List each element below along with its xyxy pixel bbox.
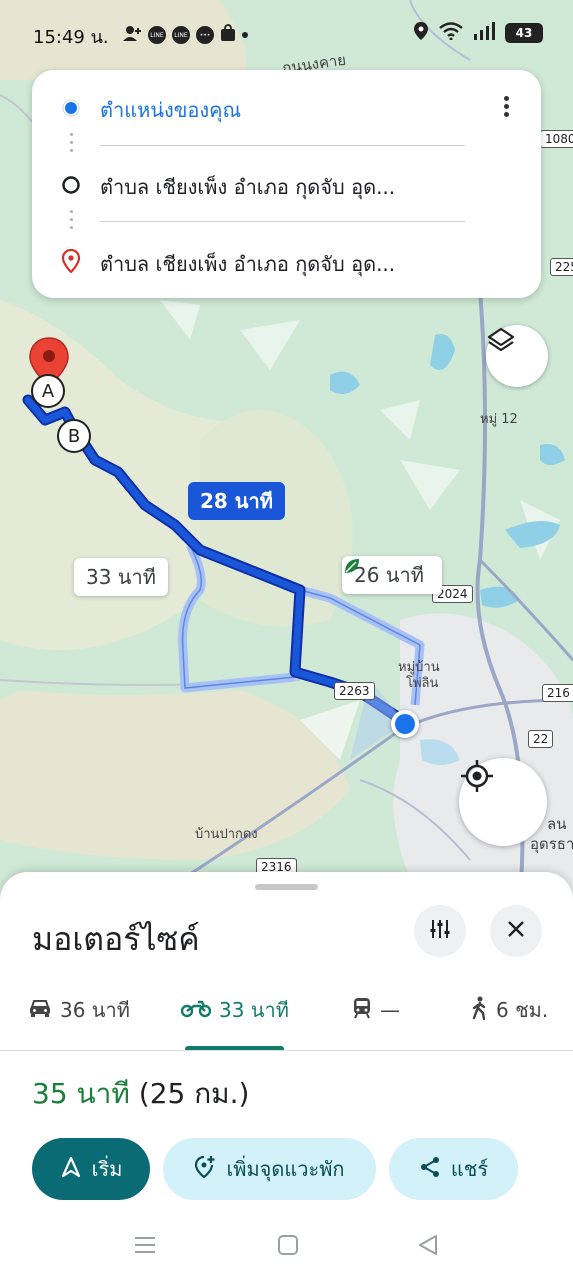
directions-card: ตำแหน่งของคุณ ตำบล เชียงเพ็ง อำเภอ กุดจั… xyxy=(32,70,541,298)
sliders-icon xyxy=(429,918,451,944)
road-shield-225: 225 xyxy=(550,258,573,276)
start-label: เริ่ม xyxy=(91,1157,123,1181)
add-stop-label: เพิ่มจุดแวะพัก xyxy=(226,1157,345,1181)
home-icon[interactable] xyxy=(277,1234,299,1260)
tab-motorcycle-label: 33 นาที xyxy=(219,998,289,1022)
tab-transit-label: — xyxy=(380,998,400,1022)
origin-field[interactable]: ตำแหน่งของคุณ xyxy=(100,94,470,126)
destination-pin-small-icon xyxy=(60,249,82,273)
my-location-button[interactable] xyxy=(459,758,547,846)
add-stop-button[interactable]: เพิ่มจุดแวะพัก xyxy=(163,1138,376,1200)
line-app-icon-2: LINE xyxy=(172,26,190,44)
add-location-icon xyxy=(194,1155,216,1184)
close-button[interactable] xyxy=(490,905,542,957)
line-app-icon: LINE xyxy=(148,26,166,44)
route-bottom-sheet: มอเตอร์ไซค์ 36 นาที 33 นาที — 6 ชม. 35 น… xyxy=(0,872,573,1280)
destination-field[interactable]: ตำบล เชียงเพ็ง อำเภอ กุดจับ อุด... xyxy=(100,248,470,280)
signal-icon xyxy=(473,22,495,44)
road-shield-216: 216 xyxy=(542,684,573,702)
route-options-button[interactable] xyxy=(414,905,466,957)
share-icon xyxy=(419,1156,441,1183)
walking-icon xyxy=(470,996,488,1025)
battery-icon: 43 xyxy=(505,23,543,43)
travel-mode-title: มอเตอร์ไซค์ xyxy=(32,920,200,958)
road-shield-2263: 2263 xyxy=(334,682,375,700)
map-layers-button[interactable] xyxy=(486,325,548,387)
share-label: แชร์ xyxy=(450,1157,489,1181)
travel-mode-tabs: 36 นาที 33 นาที — 6 ชม. xyxy=(0,986,573,1051)
directions-divider-1 xyxy=(100,145,465,146)
car-icon xyxy=(28,998,52,1023)
navigation-arrow-icon xyxy=(60,1156,82,1183)
recent-apps-icon[interactable] xyxy=(134,1234,156,1260)
shopping-bag-icon xyxy=(220,24,236,46)
more-options-icon[interactable] xyxy=(499,96,513,122)
wifi-icon xyxy=(439,22,463,44)
map-label-village-2-line2: โพ่ลิน xyxy=(406,676,439,691)
status-system-icons: 43 xyxy=(413,21,543,45)
tab-transit[interactable]: — xyxy=(352,986,400,1034)
status-bar: 15:49 น. LINE LINE ••• 43 xyxy=(0,0,573,66)
stop-circle-icon xyxy=(60,174,82,196)
system-navigation-bar xyxy=(0,1216,573,1276)
route-summary: 35 นาที (25 กม.) xyxy=(32,1072,249,1116)
close-icon xyxy=(507,920,525,942)
waypoint-a-label: A xyxy=(41,380,55,402)
battery-level: 43 xyxy=(515,26,533,40)
chat-bubble-icon: ••• xyxy=(196,26,214,44)
start-navigation-button[interactable]: เริ่ม xyxy=(32,1138,150,1200)
sheet-drag-handle[interactable] xyxy=(255,884,318,890)
map-label-city-2: อุดรธา xyxy=(530,835,573,853)
route-label-alt-left-text: 33 นาที xyxy=(86,565,156,589)
map-label-ban-pak-dong: บ้านปากดง xyxy=(195,827,258,842)
tab-walk[interactable]: 6 ชม. xyxy=(470,986,548,1034)
route-label-main-text: 28 นาที xyxy=(200,489,273,513)
back-icon[interactable] xyxy=(417,1234,439,1260)
current-location-dot xyxy=(391,710,419,738)
origin-dot-icon xyxy=(60,97,82,119)
share-button[interactable]: แชร์ xyxy=(389,1138,518,1200)
more-notifications-dot xyxy=(242,32,248,38)
add-contact-icon xyxy=(122,24,142,46)
waypoint-b-marker[interactable]: B xyxy=(57,419,91,453)
route-distance: (25 กม.) xyxy=(138,1077,250,1110)
directions-divider-2 xyxy=(100,221,465,222)
route-label-alt-right-text: 26 นาที xyxy=(354,563,424,587)
tab-car-label: 36 นาที xyxy=(60,998,130,1022)
location-icon xyxy=(413,21,429,45)
route-connector-dots xyxy=(70,133,73,157)
route-label-alt-left[interactable]: 33 นาที xyxy=(74,558,168,596)
tab-motorcycle[interactable]: 33 นาที xyxy=(180,986,289,1034)
waypoint-a-marker[interactable]: A xyxy=(31,374,65,408)
route-connector-dots-2 xyxy=(70,210,73,234)
stop-field[interactable]: ตำบล เชียงเพ็ง อำเภอ กุดจับ อุด... xyxy=(100,171,470,203)
road-shield-22: 22 xyxy=(528,730,554,748)
train-icon xyxy=(352,997,372,1024)
waypoint-b-label: B xyxy=(67,425,81,447)
map-label-village-12: หมู่ 12 xyxy=(480,412,518,427)
status-notification-icons: LINE LINE ••• xyxy=(122,24,248,46)
route-label-alt-right[interactable]: 26 นาที xyxy=(342,556,442,594)
route-duration: 35 นาที xyxy=(32,1077,130,1110)
tab-walk-label: 6 ชม. xyxy=(496,998,549,1022)
route-label-main[interactable]: 28 นาที xyxy=(188,482,285,520)
tab-car[interactable]: 36 นาที xyxy=(28,986,130,1034)
status-time: 15:49 น. xyxy=(33,27,109,48)
motorcycle-icon xyxy=(180,998,212,1023)
tabs-divider xyxy=(0,1050,573,1051)
road-shield-1080: 1080 xyxy=(540,130,573,148)
